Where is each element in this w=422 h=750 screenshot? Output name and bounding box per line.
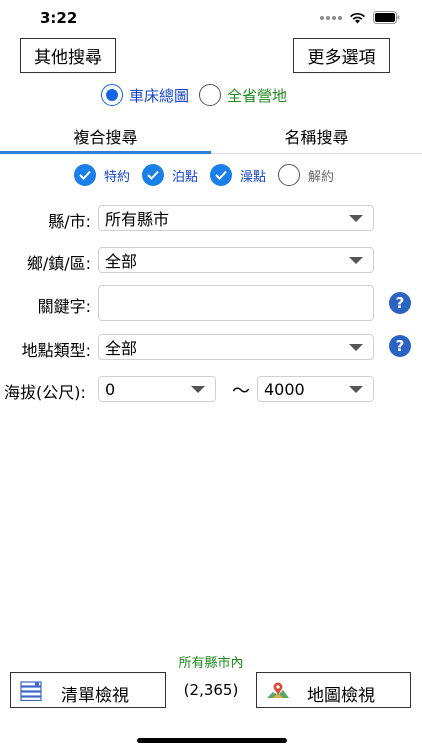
active-tab-indicator — [0, 151, 211, 154]
list-view-button[interactable]: 清單檢視 — [10, 672, 166, 708]
result-count: (2,365) — [183, 681, 239, 699]
altitude-max-value: 4000 — [264, 379, 305, 399]
altitude-range-separator: ～ — [232, 381, 250, 402]
place-type-select-value: 全部 — [105, 339, 138, 358]
check-icon — [79, 170, 91, 180]
keyword-label: 關鍵字: — [37, 297, 91, 316]
place-type-select[interactable]: 全部 — [98, 334, 374, 360]
altitude-min-select[interactable]: 0 — [98, 376, 216, 402]
search-tabs: 複合搜尋 名稱搜尋 — [0, 118, 422, 154]
checkbox-parking[interactable] — [142, 164, 165, 186]
township-select-value: 全部 — [105, 252, 138, 271]
scope-label-campgrounds[interactable]: 全省營地 — [227, 85, 287, 106]
chevron-down-icon — [349, 257, 363, 264]
checkbox-terminated[interactable] — [278, 164, 301, 186]
wifi-icon — [350, 12, 365, 23]
county-label: 縣/市: — [48, 212, 91, 231]
tab-divider — [211, 153, 422, 154]
scope-label-all-map[interactable]: 車床總圖 — [129, 85, 189, 106]
chevron-down-icon — [349, 215, 363, 222]
filter-label-parking[interactable]: 泊點 — [172, 166, 198, 185]
status-icons — [320, 11, 400, 24]
checkbox-shower[interactable] — [210, 164, 233, 186]
checkbox-contracted[interactable] — [74, 164, 96, 186]
tab-combined-search[interactable]: 複合搜尋 — [0, 118, 211, 154]
more-options-button[interactable]: 更多選項 — [293, 38, 390, 73]
altitude-max-select[interactable]: 4000 — [257, 376, 374, 402]
chevron-down-icon — [349, 386, 363, 393]
filter-label-terminated[interactable]: 解約 — [308, 166, 334, 185]
place-type-help-icon[interactable]: ? — [389, 335, 411, 357]
map-view-button[interactable]: 地圖檢視 — [256, 672, 411, 708]
scope-note: 所有縣市內 — [178, 656, 244, 671]
map-icon — [267, 682, 289, 698]
township-select[interactable]: 全部 — [98, 247, 374, 273]
home-indicator — [137, 738, 287, 743]
map-view-label: 地圖檢視 — [307, 686, 375, 706]
keyword-help-icon[interactable]: ? — [389, 292, 411, 314]
check-icon — [147, 170, 159, 180]
signal-icon — [320, 15, 342, 20]
status-bar: 3:22 — [0, 0, 422, 36]
township-label: 鄉/鎮/區: — [26, 254, 91, 273]
list-view-label: 清單檢視 — [61, 686, 129, 706]
altitude-min-value: 0 — [105, 379, 116, 399]
filter-label-shower[interactable]: 澡點 — [240, 166, 266, 185]
list-icon — [20, 681, 42, 701]
battery-icon — [373, 11, 400, 24]
county-select[interactable]: 所有縣市 — [98, 205, 374, 231]
tab-name-search[interactable]: 名稱搜尋 — [211, 118, 422, 154]
radio-all-map[interactable] — [101, 84, 123, 106]
other-search-button[interactable]: 其他搜尋 — [20, 38, 116, 73]
keyword-input[interactable] — [98, 285, 374, 321]
place-type-label: 地點類型: — [21, 341, 91, 360]
filter-label-contracted[interactable]: 特約 — [104, 166, 130, 185]
altitude-label: 海拔(公尺): — [4, 383, 86, 402]
filter-row: 特約 泊點 澡點 解約 — [74, 164, 346, 186]
status-time: 3:22 — [40, 9, 78, 27]
scope-selector: 車床總圖 全省營地 — [101, 84, 287, 106]
check-icon — [215, 170, 227, 180]
county-select-value: 所有縣市 — [105, 210, 170, 229]
radio-campgrounds[interactable] — [199, 84, 222, 106]
chevron-down-icon — [191, 386, 205, 393]
chevron-down-icon — [349, 344, 363, 351]
